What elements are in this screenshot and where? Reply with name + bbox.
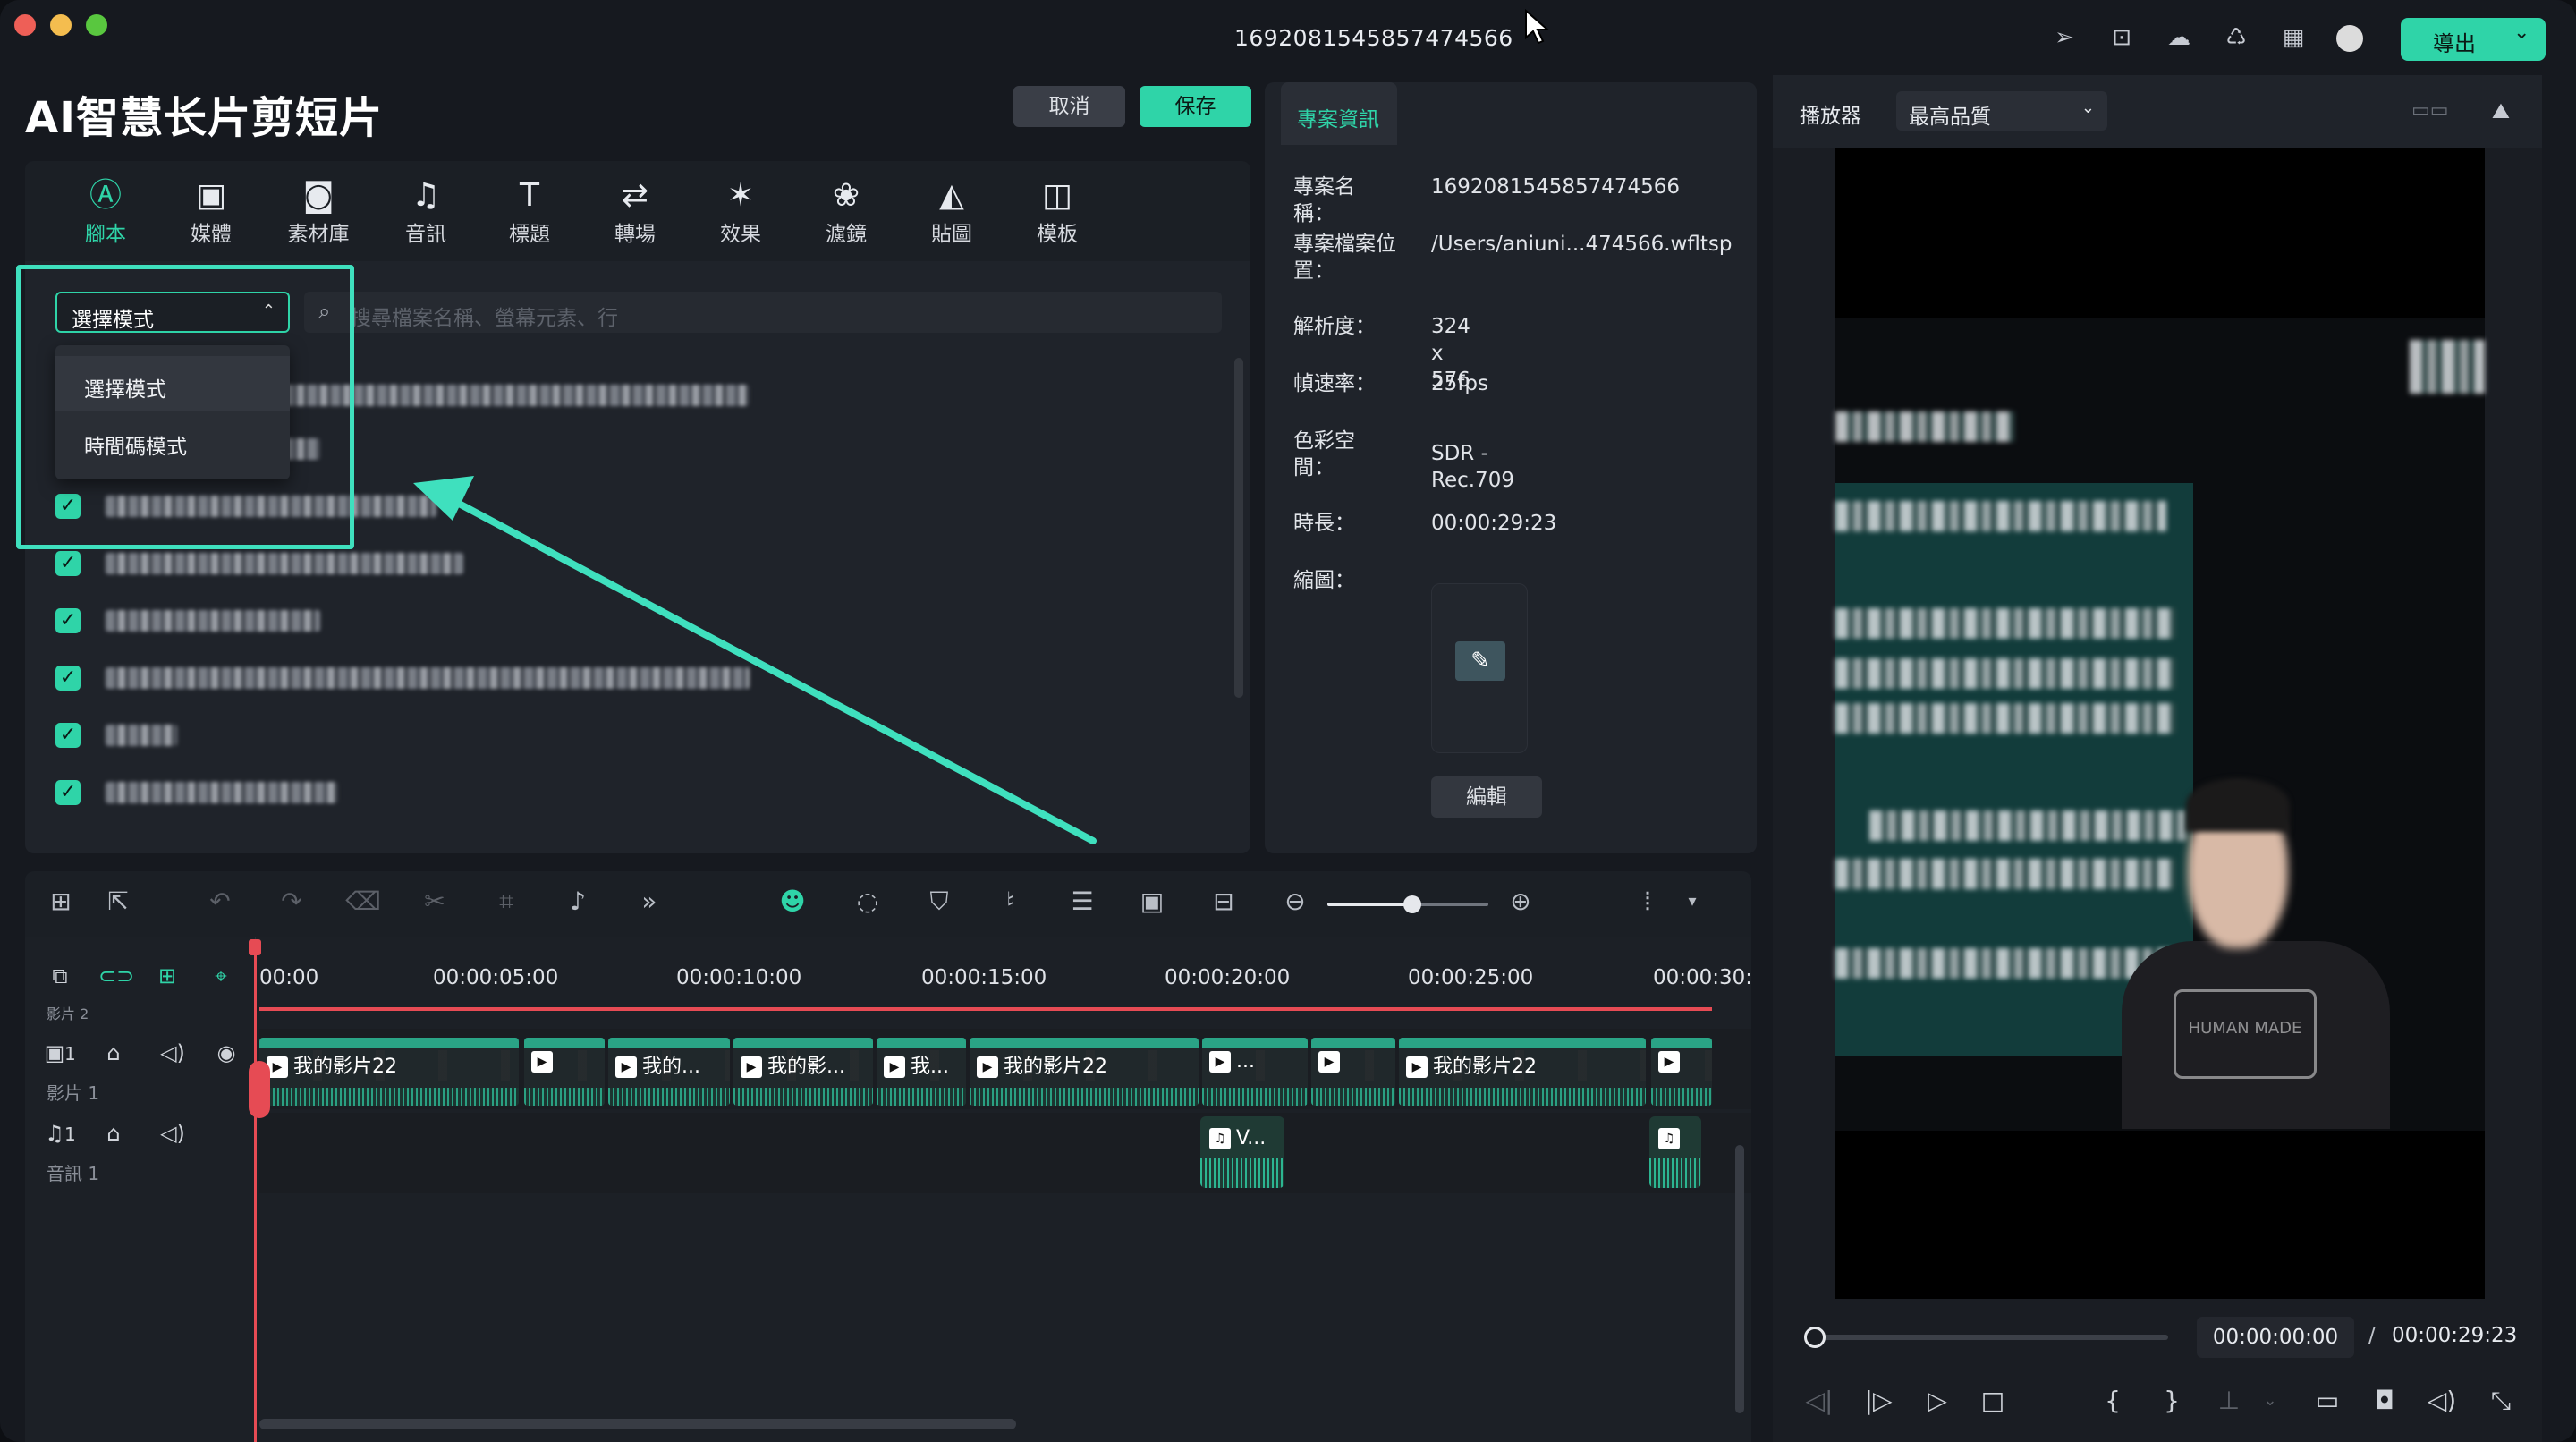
- annotation-arrow: [413, 476, 1097, 844]
- mouse-cursor: [1525, 9, 1549, 45]
- app-window: 1692081545857474566 ➢ ⊡ ☁ ♺ ▦ 導出 ⌄ AI智慧长…: [0, 0, 2576, 1442]
